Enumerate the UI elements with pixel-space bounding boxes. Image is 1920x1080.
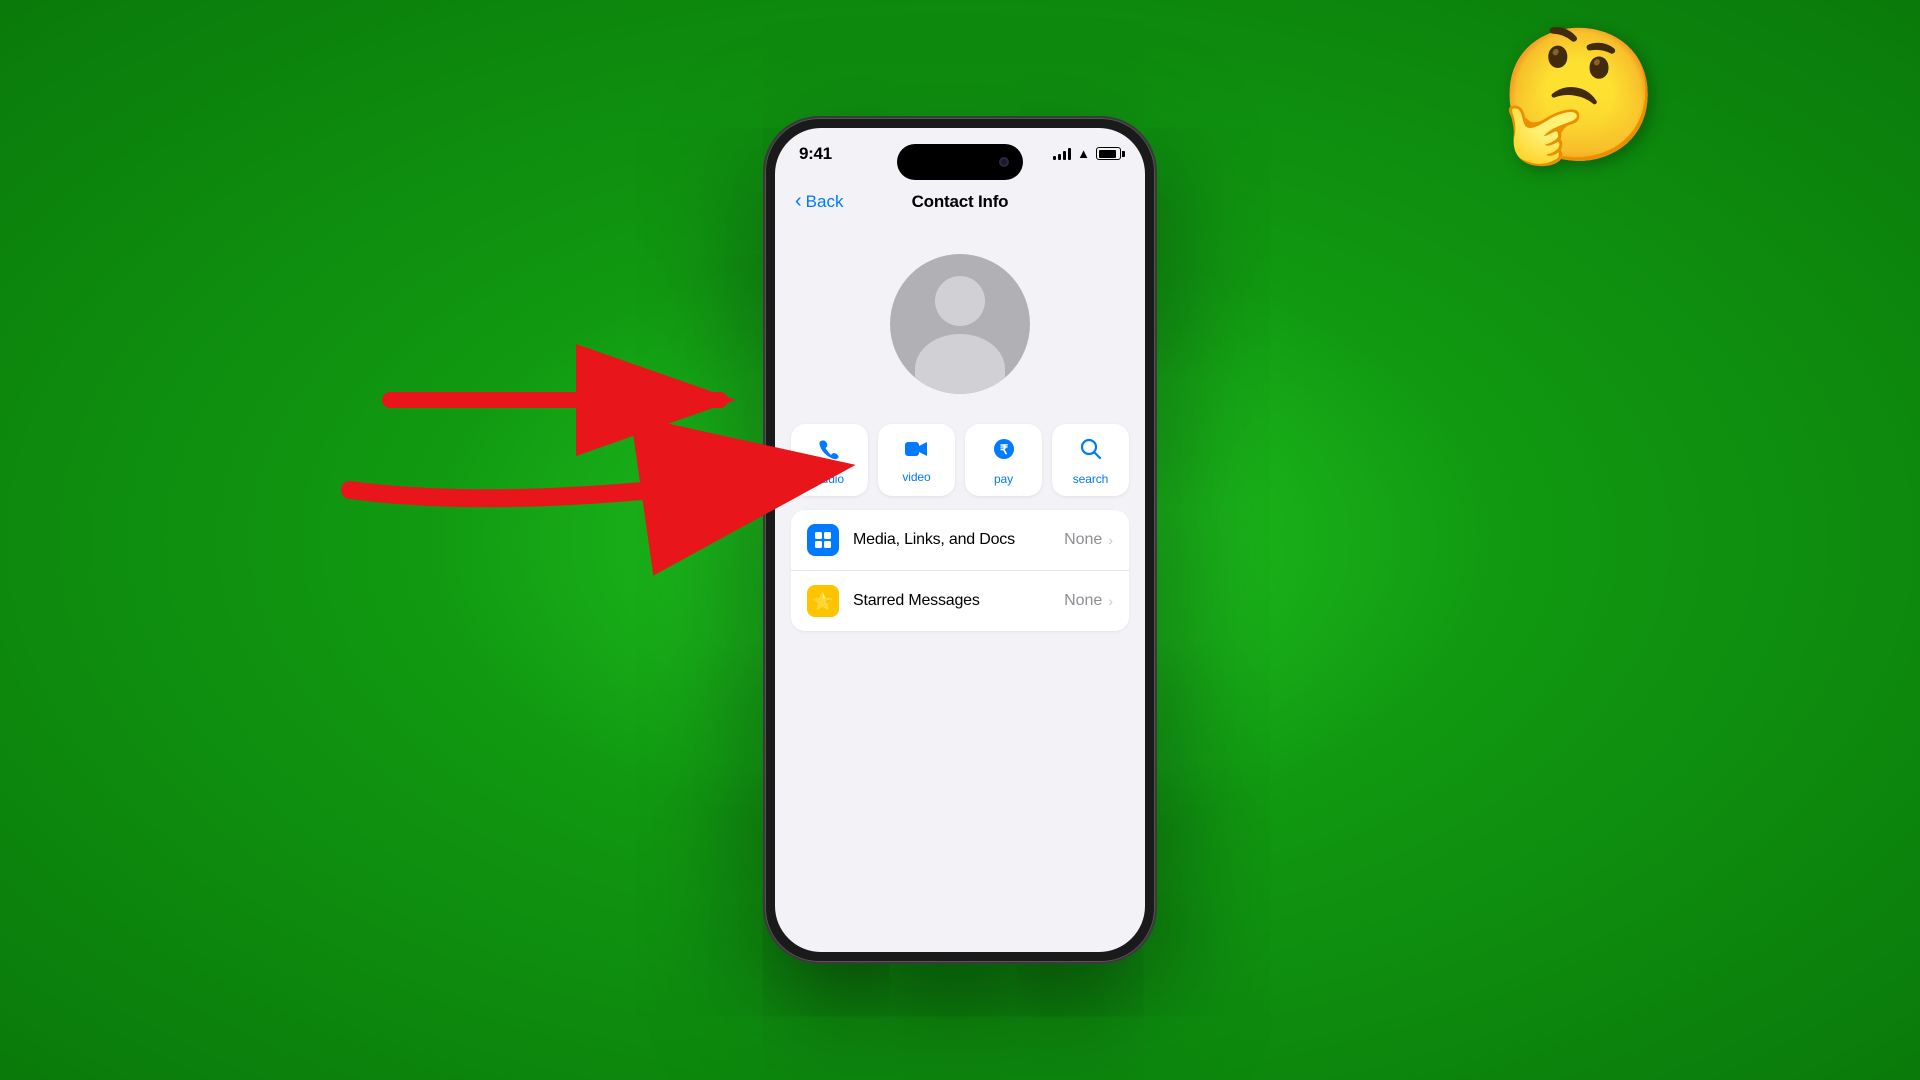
wifi-icon: ▲ <box>1077 146 1090 161</box>
media-icon <box>807 524 839 556</box>
star-emoji: ⭐ <box>812 593 833 610</box>
starred-messages-chevron: › <box>1108 593 1113 609</box>
starred-messages-item[interactable]: ⭐ Starred Messages None › <box>791 570 1129 631</box>
search-button[interactable]: search <box>1052 424 1129 496</box>
video-button[interactable]: video <box>878 424 955 496</box>
menu-section: Media, Links, and Docs None › ⭐ Starred … <box>791 510 1129 631</box>
media-links-docs-item[interactable]: Media, Links, and Docs None › <box>791 510 1129 570</box>
back-label: Back <box>806 192 844 212</box>
avatar-section <box>775 224 1145 424</box>
video-icon <box>905 438 929 464</box>
scene: 🤔 9:41 ▲ <box>0 0 1920 1080</box>
status-icons: ▲ <box>1053 146 1121 161</box>
avatar[interactable] <box>890 254 1030 394</box>
phone-screen: 9:41 ▲ ‹ Bac <box>775 128 1145 952</box>
phone-shell: 9:41 ▲ ‹ Bac <box>765 118 1155 962</box>
media-links-docs-text: Media, Links, and Docs <box>853 531 1064 549</box>
status-time: 9:41 <box>799 144 832 164</box>
battery-icon <box>1096 147 1121 160</box>
audio-icon <box>819 438 841 466</box>
battery-fill <box>1099 150 1116 158</box>
audio-label: audio <box>815 472 844 486</box>
signal-bar-2 <box>1058 154 1061 160</box>
pay-icon: ₹ <box>993 438 1015 466</box>
video-label: video <box>902 470 930 484</box>
search-icon <box>1080 438 1102 466</box>
dynamic-island <box>897 144 1023 180</box>
audio-button[interactable]: audio <box>791 424 868 496</box>
signal-bar-1 <box>1053 156 1056 160</box>
search-label: search <box>1073 472 1108 486</box>
thinking-emoji: 🤔 <box>1498 30 1660 160</box>
media-links-docs-chevron: › <box>1108 532 1113 548</box>
starred-icon: ⭐ <box>807 585 839 617</box>
signal-bars-icon <box>1053 148 1071 160</box>
nav-title: Contact Info <box>912 192 1009 212</box>
camera-dot <box>999 157 1009 167</box>
back-chevron-icon: ‹ <box>795 190 802 213</box>
signal-bar-4 <box>1068 148 1071 160</box>
avatar-head <box>935 276 985 326</box>
pay-label: pay <box>994 472 1013 486</box>
back-button[interactable]: ‹ Back <box>795 191 843 213</box>
signal-bar-3 <box>1063 151 1066 160</box>
red-arrow-annotation <box>380 290 800 490</box>
starred-messages-value: None <box>1064 592 1102 610</box>
action-buttons-row: audio video ₹ <box>775 424 1145 510</box>
red-arrow-path <box>350 470 820 498</box>
starred-messages-text: Starred Messages <box>853 592 1064 610</box>
nav-bar: ‹ Back Contact Info <box>775 188 1145 224</box>
pay-button[interactable]: ₹ pay <box>965 424 1042 496</box>
svg-text:₹: ₹ <box>999 442 1008 457</box>
media-links-docs-value: None <box>1064 531 1102 549</box>
avatar-body <box>915 334 1005 394</box>
